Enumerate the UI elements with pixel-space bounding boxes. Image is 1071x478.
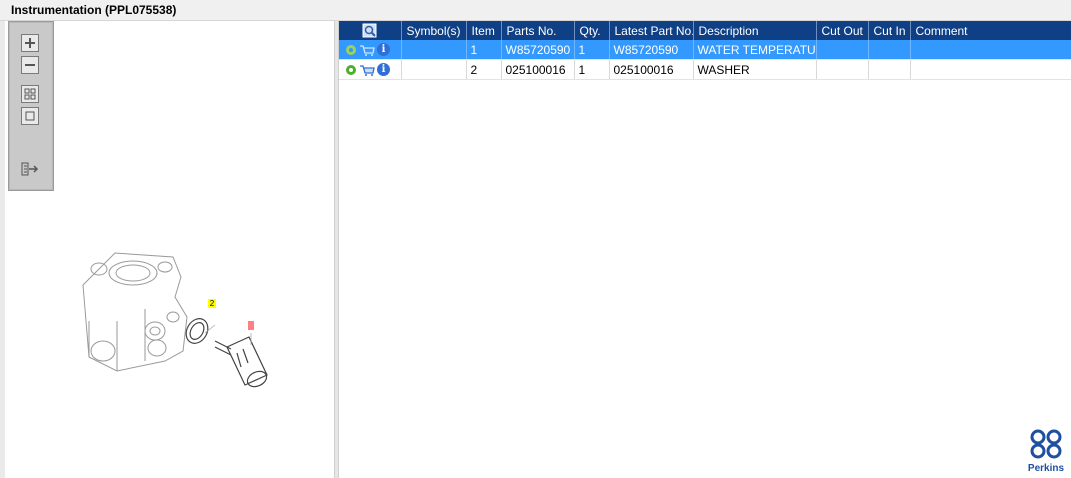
- viewer-toolbar: [8, 21, 54, 191]
- comment-cell: [910, 40, 1071, 60]
- brand-name: Perkins: [1027, 463, 1065, 474]
- parts-list-pane: Symbol(s) Item Parts No. Qty. Latest Par…: [339, 21, 1071, 478]
- column-header-search[interactable]: [339, 21, 402, 40]
- zoom-in-button[interactable]: [21, 34, 39, 52]
- column-header-latest-part-no[interactable]: Latest Part No.: [609, 21, 694, 40]
- qty-cell: 1: [574, 40, 610, 60]
- column-header-cut-out[interactable]: Cut Out: [816, 21, 869, 40]
- cut-out-cell: [816, 59, 869, 80]
- table-row[interactable]: i 2 025100016 1 025100016 WASHER: [339, 59, 1071, 80]
- perkins-logo-icon: [1030, 429, 1062, 459]
- column-header-qty[interactable]: Qty.: [574, 21, 610, 40]
- latest-part-no-cell: 025100016: [609, 59, 694, 80]
- column-header-parts-no[interactable]: Parts No.: [501, 21, 575, 40]
- cut-in-cell: [868, 40, 911, 60]
- minus-icon: [25, 64, 35, 66]
- fit-all-button[interactable]: [21, 85, 39, 103]
- window-title: Instrumentation (PPL075538): [11, 3, 177, 17]
- callout-label[interactable]: 2: [208, 299, 216, 308]
- square-icon: [25, 111, 35, 121]
- plus-icon: [25, 38, 35, 48]
- perkins-logo: Perkins: [1025, 428, 1067, 474]
- item-cell: 2: [466, 59, 502, 80]
- table-header-row: Symbol(s) Item Parts No. Qty. Latest Par…: [339, 21, 1071, 40]
- symbols-cell: [401, 59, 467, 80]
- column-header-cut-in[interactable]: Cut In: [868, 21, 911, 40]
- gear-icon[interactable]: [345, 44, 357, 56]
- cart-icon[interactable]: [359, 64, 375, 76]
- row-actions-cell: i: [339, 40, 402, 60]
- column-header-description[interactable]: Description: [693, 21, 817, 40]
- parts-no-cell: 025100016: [501, 59, 575, 80]
- grid-icon: [24, 88, 36, 100]
- illustration-pane[interactable]: 2 1: [5, 21, 334, 478]
- cart-icon[interactable]: [359, 44, 375, 56]
- export-button[interactable]: [21, 161, 39, 177]
- column-header-comment[interactable]: Comment: [910, 21, 1071, 40]
- description-cell: WATER TEMPERATURE S: [693, 40, 817, 60]
- latest-part-no-cell: W85720590: [609, 40, 694, 60]
- cut-in-cell: [868, 59, 911, 80]
- info-icon[interactable]: i: [377, 43, 390, 56]
- callout-label[interactable]: 1: [248, 321, 254, 330]
- column-header-item[interactable]: Item: [466, 21, 502, 40]
- qty-cell: 1: [574, 59, 610, 80]
- info-icon[interactable]: i: [377, 63, 390, 76]
- row-actions-cell: i: [339, 59, 402, 80]
- parts-no-cell: W85720590: [501, 40, 575, 60]
- cut-out-cell: [816, 40, 869, 60]
- symbols-cell: [401, 40, 467, 60]
- magnifier-icon: [362, 23, 377, 37]
- export-arrow-icon: [21, 162, 39, 176]
- fit-page-button[interactable]: [21, 107, 39, 125]
- zoom-out-button[interactable]: [21, 56, 39, 74]
- gear-icon[interactable]: [345, 64, 357, 76]
- comment-cell: [910, 59, 1071, 80]
- parts-table: Symbol(s) Item Parts No. Qty. Latest Par…: [339, 21, 1071, 80]
- item-cell: 1: [466, 40, 502, 60]
- column-header-symbols[interactable]: Symbol(s): [401, 21, 467, 40]
- table-row[interactable]: i 1 W85720590 1 W85720590 WATER TEMPERAT…: [339, 40, 1071, 60]
- exploded-parts-diagram: [82, 252, 268, 388]
- description-cell: WASHER: [693, 59, 817, 80]
- title-bar: Instrumentation (PPL075538): [0, 0, 1071, 21]
